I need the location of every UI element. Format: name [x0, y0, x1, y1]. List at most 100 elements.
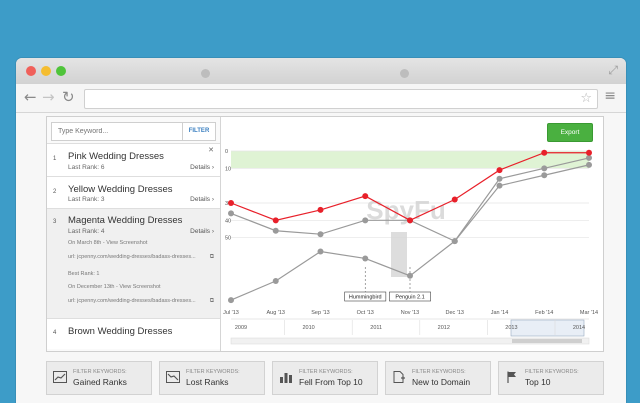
- y-tick-label: 50: [225, 236, 231, 242]
- data-point: [317, 231, 324, 238]
- data-point: [451, 196, 458, 203]
- navigator-year-label: 2012: [438, 325, 450, 331]
- data-point: [228, 200, 234, 206]
- data-point: [362, 255, 369, 262]
- keyword-number: 4: [53, 330, 57, 336]
- flag-icon: [507, 371, 516, 383]
- filter-caption: FILTER KEYWORDS:: [299, 369, 353, 375]
- page-content: FILTER 1 Pink Wedding Dresses Last Rank:…: [16, 113, 626, 403]
- browser-window: ⤢ ← → ↻ ☆ ≡ FILTER 1 Pink Wedding Dresse…: [16, 58, 626, 403]
- filter-top10-button[interactable]: FILTER KEYWORDS: Top 10: [498, 361, 604, 395]
- data-point: [586, 161, 592, 168]
- keyword-search: FILTER: [51, 122, 216, 141]
- x-tick-label: Sep '13: [311, 310, 329, 316]
- back-arrow-icon[interactable]: ←: [24, 88, 37, 106]
- keyword-number: 3: [53, 219, 57, 225]
- close-icon[interactable]: ✕: [208, 146, 214, 154]
- data-point: [407, 217, 413, 224]
- rank-url: url: jcpenny.com/wedding-dresses/badass-…: [68, 298, 196, 304]
- keyword-last-rank: Last Rank: 4: [68, 228, 105, 235]
- menu-icon[interactable]: ≡: [604, 88, 616, 104]
- x-tick-label: Jul '13: [223, 310, 239, 316]
- filter-button[interactable]: FILTER: [182, 123, 215, 140]
- close-window-button[interactable]: [26, 66, 36, 76]
- top10-highlight-band: [231, 151, 589, 169]
- filter-new-to-domain-button[interactable]: FILTER KEYWORDS: New to Domain: [385, 361, 491, 395]
- navigator-year-label: 2014: [573, 325, 585, 331]
- forward-arrow-icon[interactable]: →: [42, 88, 55, 106]
- minimize-window-button[interactable]: [41, 66, 51, 76]
- best-rank: Best Rank: 1: [68, 271, 100, 277]
- details-link[interactable]: Details ›: [190, 228, 214, 235]
- address-bar[interactable]: ☆: [84, 89, 598, 109]
- filter-caption: FILTER KEYWORDS:: [186, 369, 240, 375]
- details-link[interactable]: Details ›: [190, 196, 214, 203]
- navigator-year-label: 2009: [235, 325, 247, 331]
- data-point: [586, 149, 592, 156]
- keyword-search-input[interactable]: [52, 123, 180, 140]
- keyword-tracker-panel: FILTER 1 Pink Wedding Dresses Last Rank:…: [46, 116, 604, 352]
- new-doc-icon: [393, 371, 405, 383]
- filter-label: Top 10: [525, 377, 551, 387]
- data-point: [272, 217, 279, 224]
- keyword-name: Yellow Wedding Dresses: [68, 184, 173, 195]
- filter-label: Lost Ranks: [186, 377, 229, 387]
- reload-icon[interactable]: ↻: [62, 88, 75, 106]
- annotation-label: Hummingbird: [349, 295, 382, 301]
- maximize-window-button[interactable]: [56, 66, 66, 76]
- keyword-item[interactable]: 2 Yellow Wedding Dresses Last Rank: 3 De…: [47, 176, 220, 208]
- x-tick-label: Jan '14: [491, 310, 509, 316]
- data-point: [586, 154, 592, 161]
- data-point: [272, 278, 279, 284]
- keyword-name: Brown Wedding Dresses: [68, 326, 173, 337]
- tab-divider: [201, 69, 210, 78]
- browser-toolbar: ← → ↻ ☆ ≡: [16, 84, 626, 113]
- x-tick-label: Feb '14: [535, 310, 553, 316]
- data-point: [317, 248, 324, 255]
- navigator-year-label: 2011: [370, 325, 382, 331]
- external-link-icon[interactable]: ⧉: [210, 253, 214, 261]
- rank-history-chart: 010304050SpyFuHummingbird Penguin 2.1Jul …: [223, 149, 598, 345]
- x-tick-label: Aug '13: [267, 310, 285, 316]
- title-bar: ⤢: [16, 58, 626, 84]
- data-point: [272, 227, 279, 234]
- chart-down-icon: [166, 371, 180, 383]
- data-point: [451, 238, 458, 245]
- filter-gained-ranks-button[interactable]: FILTER KEYWORDS: Gained Ranks: [46, 361, 152, 395]
- navigator-year-label: 2010: [302, 325, 314, 331]
- filter-fell-from-top10-button[interactable]: FILTER KEYWORDS: Fell From Top 10: [272, 361, 378, 395]
- data-point: [407, 272, 413, 279]
- keyword-number: 1: [53, 156, 57, 162]
- filter-bar: FILTER KEYWORDS: Gained Ranks FILTER KEY…: [46, 361, 604, 395]
- rank-date-link[interactable]: On December 13th - View Screenshot: [68, 284, 161, 290]
- external-link-icon[interactable]: ⧉: [210, 297, 214, 305]
- rank-chart-area: Export 0 10 30 40 50 SpyFu Hummingbird Penguin …: [221, 117, 603, 351]
- bar-chart-icon: [280, 373, 292, 383]
- data-point: [362, 193, 369, 200]
- data-point: [228, 297, 234, 304]
- x-tick-label: Oct '13: [357, 310, 374, 316]
- filter-label: New to Domain: [412, 377, 471, 387]
- data-point: [541, 149, 548, 156]
- tab-divider: [400, 69, 409, 78]
- annotation-label: Penguin 2.1: [395, 295, 424, 301]
- rank-date-link[interactable]: On March 8th - View Screenshot: [68, 240, 147, 246]
- data-point: [541, 172, 548, 179]
- data-point: [496, 182, 503, 189]
- x-tick-label: Mar '14: [580, 310, 598, 316]
- filter-lost-ranks-button[interactable]: FILTER KEYWORDS: Lost Ranks: [159, 361, 265, 395]
- details-link[interactable]: Details ›: [190, 164, 214, 171]
- keyword-item[interactable]: 4 Brown Wedding Dresses: [47, 318, 220, 349]
- keyword-item-expanded[interactable]: 3 Magenta Wedding Dresses Last Rank: 4 D…: [47, 208, 220, 318]
- keyword-last-rank: Last Rank: 3: [68, 196, 105, 203]
- bookmark-star-icon[interactable]: ☆: [580, 90, 592, 108]
- fullscreen-icon[interactable]: ⤢: [608, 63, 618, 78]
- data-point: [496, 167, 503, 174]
- keyword-item[interactable]: 1 Pink Wedding Dresses Last Rank: 6 ✕ De…: [47, 143, 220, 176]
- data-point: [496, 175, 503, 182]
- filter-caption: FILTER KEYWORDS:: [73, 369, 127, 375]
- keyword-list: 1 Pink Wedding Dresses Last Rank: 6 ✕ De…: [47, 143, 220, 349]
- data-point: [362, 217, 369, 224]
- data-point: [317, 206, 324, 213]
- y-tick-label: 0: [225, 149, 228, 155]
